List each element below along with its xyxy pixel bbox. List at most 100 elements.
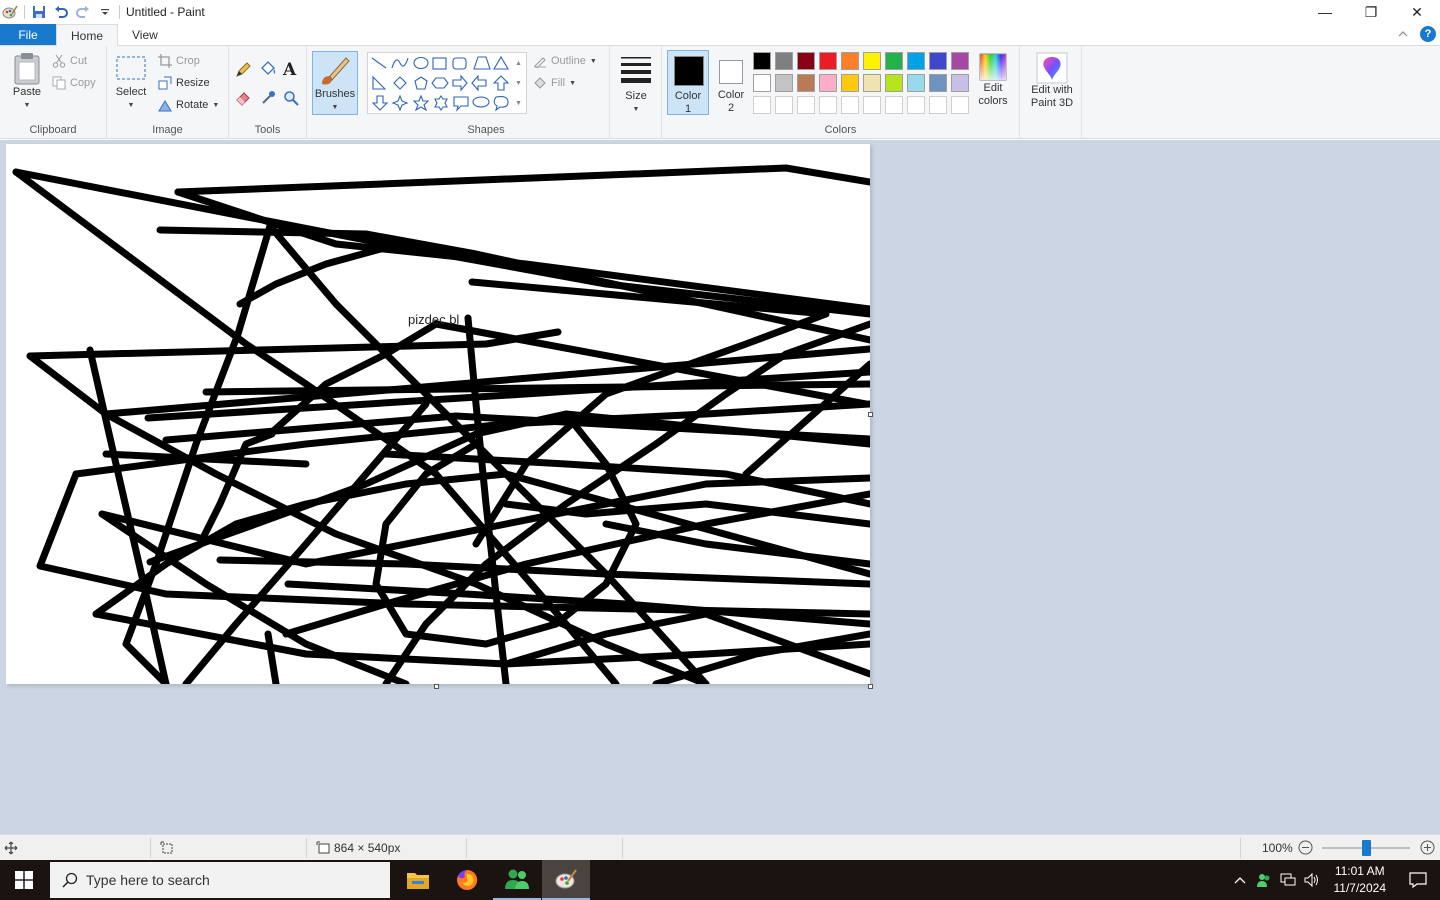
rotate-button[interactable]: Rotate ▼ — [158, 98, 219, 112]
taskbar-firefox[interactable] — [443, 860, 491, 900]
palette-swatch[interactable] — [951, 52, 969, 70]
palette-swatch[interactable] — [797, 52, 815, 70]
palette-swatch[interactable] — [885, 52, 903, 70]
paste-button[interactable]: Paste ▼ — [6, 52, 48, 112]
select-button[interactable]: Select ▼ — [113, 54, 149, 112]
resize-handle-right[interactable] — [868, 412, 873, 417]
restore-button[interactable]: ❐ — [1348, 0, 1394, 24]
undo-icon[interactable] — [53, 4, 69, 20]
palette-swatch[interactable] — [841, 74, 859, 92]
shapes-more-icon[interactable]: ▼ — [515, 94, 522, 114]
network-icon[interactable] — [1276, 860, 1300, 900]
custom-color-slot[interactable] — [775, 96, 793, 114]
custom-color-slot[interactable] — [929, 96, 947, 114]
taskbar-file-explorer[interactable] — [394, 860, 442, 900]
paint-app-icon[interactable] — [2, 4, 18, 20]
copy-button[interactable]: Copy — [52, 76, 96, 90]
color-picker-icon[interactable] — [260, 90, 276, 109]
fill-button[interactable]: Fill ▼ — [533, 76, 576, 90]
select-dropdown-icon: ▼ — [127, 102, 135, 109]
magnifier-icon[interactable] — [283, 90, 299, 109]
palette-swatch[interactable] — [819, 52, 837, 70]
outline-button[interactable]: Outline ▼ — [533, 54, 597, 68]
tab-home[interactable]: Home — [56, 24, 119, 47]
cut-button[interactable]: Cut — [52, 54, 87, 68]
tools-group-label: Tools — [254, 124, 281, 136]
custom-color-slot[interactable] — [753, 96, 771, 114]
scroll-up-icon[interactable]: ▲ — [515, 54, 522, 74]
custom-color-slot[interactable] — [951, 96, 969, 114]
save-icon[interactable] — [31, 4, 47, 20]
scroll-down-icon[interactable]: ▼ — [515, 74, 522, 94]
start-button[interactable] — [0, 860, 48, 900]
palette-swatch[interactable] — [841, 52, 859, 70]
resize-handle-corner[interactable] — [868, 684, 873, 689]
zoom-slider-thumb[interactable] — [1362, 840, 1371, 856]
taskbar-people-app[interactable] — [493, 860, 541, 900]
text-tool-icon[interactable]: A — [283, 60, 296, 80]
clock[interactable]: 11:01 AM 11/7/2024 — [1324, 863, 1397, 897]
taskbar-paint[interactable] — [542, 860, 590, 900]
notifications-icon[interactable] — [1396, 860, 1440, 900]
tab-file[interactable]: File — [0, 24, 56, 45]
palette-swatch[interactable] — [929, 74, 947, 92]
palette-swatch[interactable] — [775, 52, 793, 70]
palette-swatch[interactable] — [775, 74, 793, 92]
palette-swatch[interactable] — [819, 74, 837, 92]
close-button[interactable]: ✕ — [1394, 0, 1440, 24]
edit-colors-button[interactable]: Edit colors — [970, 52, 1016, 108]
outline-icon — [534, 57, 546, 68]
zoom-in-icon[interactable] — [1420, 840, 1435, 858]
custom-color-slot[interactable] — [819, 96, 837, 114]
palette-swatch[interactable] — [863, 52, 881, 70]
palette-swatch[interactable] — [753, 74, 771, 92]
palette-swatch[interactable] — [951, 74, 969, 92]
show-hidden-icons-icon[interactable] — [1228, 860, 1252, 900]
minimize-button[interactable]: — — [1302, 0, 1348, 24]
palette-swatch[interactable] — [885, 74, 903, 92]
custom-color-slot[interactable] — [885, 96, 903, 114]
tab-view[interactable]: View — [118, 24, 172, 45]
resize-button[interactable]: Resize — [158, 76, 210, 90]
drawing-canvas[interactable]: pizdec bl — [6, 144, 870, 684]
zoom-level: 100% — [1262, 835, 1293, 861]
brush-icon — [322, 57, 350, 85]
shapes-scroll-controls[interactable]: ▲ ▼ ▼ — [515, 54, 522, 114]
shapes-gallery[interactable] — [367, 52, 527, 114]
customize-qat-dropdown-icon[interactable] — [97, 4, 113, 20]
redo-icon[interactable] — [75, 4, 91, 20]
palette-swatch[interactable] — [863, 74, 881, 92]
eraser-icon[interactable] — [235, 90, 251, 109]
volume-icon[interactable] — [1300, 860, 1324, 900]
outline-label: Outline — [551, 55, 586, 67]
zoom-out-icon[interactable] — [1298, 840, 1313, 858]
size-group: Size ▼ — [610, 46, 662, 139]
palette-swatch[interactable] — [929, 52, 947, 70]
custom-color-slot[interactable] — [797, 96, 815, 114]
pencil-icon[interactable] — [235, 62, 251, 81]
collapse-ribbon-icon[interactable] — [1398, 27, 1408, 41]
brushes-button[interactable]: Brushes ▼ — [312, 51, 358, 115]
windows-logo-icon — [15, 871, 33, 889]
resize-handle-bottom[interactable] — [434, 684, 439, 689]
people-tray-icon[interactable] — [1252, 860, 1276, 900]
palette-swatch[interactable] — [753, 52, 771, 70]
palette-swatch[interactable] — [907, 52, 925, 70]
fill-bucket-icon[interactable] — [259, 60, 277, 81]
edit-with-paint3d-button[interactable]: Edit with Paint 3D — [1024, 52, 1080, 110]
color2-swatch — [719, 60, 743, 84]
crop-button[interactable]: Crop — [158, 54, 200, 68]
cut-label: Cut — [70, 55, 88, 67]
color1-button[interactable]: Color 1 — [667, 50, 709, 115]
color2-button[interactable]: Color 2 — [710, 50, 752, 115]
size-button[interactable]: Size ▼ — [614, 54, 658, 116]
palette-swatch[interactable] — [907, 74, 925, 92]
rotate-dropdown-icon: ▼ — [212, 101, 220, 109]
palette-swatch[interactable] — [797, 74, 815, 92]
taskbar-search-box[interactable]: Type here to search — [50, 862, 390, 898]
shapes-group: ▲ ▼ ▼ Outline ▼ Fill ▼ Shapes — [363, 46, 610, 139]
help-icon[interactable]: ? — [1420, 26, 1436, 42]
custom-color-slot[interactable] — [863, 96, 881, 114]
custom-color-slot[interactable] — [841, 96, 859, 114]
custom-color-slot[interactable] — [907, 96, 925, 114]
